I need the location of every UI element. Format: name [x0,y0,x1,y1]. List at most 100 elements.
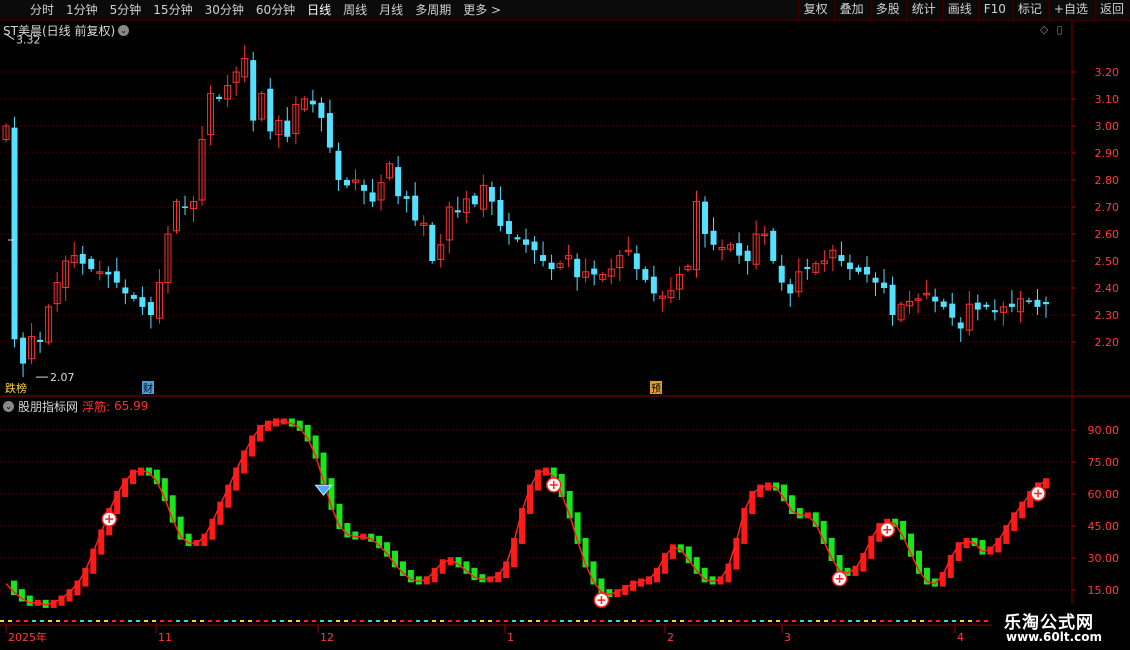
period-tab[interactable]: 15分钟 [147,0,198,20]
candle-body-down [267,88,274,132]
candle-body-down [778,265,785,283]
indicator-tick-label: 30.00 [1088,552,1120,565]
x-axis-label: 2 [667,631,674,644]
x-axis-label: 1 [507,631,514,644]
candle-body-down [974,302,981,310]
candle-body-down [872,277,879,283]
x-axis-label: 3 [784,631,791,644]
price-tick-label: 2.30 [1095,309,1120,322]
period-tab[interactable]: 分时 [24,0,60,20]
event-tag: 预 [651,383,661,395]
toolbar-button[interactable]: +自选 [1047,0,1094,20]
period-tab[interactable]: 1分钟 [60,0,104,20]
period-tab[interactable]: 60分钟 [250,0,301,20]
toolbar-button[interactable]: F10 [977,0,1012,20]
period-tab[interactable]: 月线 [373,0,409,20]
indicator-bar-down [796,508,803,519]
period-toolbar: 分时 1分钟 5分钟 15分钟 30分钟 60分钟 日线 周线 月线 多周期 更多 > 复权 叠加 多股… [0,0,1130,21]
indicator-bar-up [630,580,637,591]
candle-body-down [531,241,538,251]
price-tick-label: 3.20 [1095,66,1120,79]
period-tabs: 分时 1分钟 5分钟 15分钟 30分钟 60分钟 日线 周线 月线 多周期 更多 > [24,0,507,20]
candle-body-down [932,296,939,302]
indicator-bar-up [495,572,502,583]
candle-body-down [403,196,410,199]
candle-body-down [548,262,555,270]
toolbar-button[interactable]: 返回 [1093,0,1130,20]
candle-body-down [1025,300,1032,302]
toolbar-button[interactable]: 复权 [797,0,834,20]
candle-body-down [147,302,154,315]
candle-body-down [650,276,657,294]
candle-body-down [79,253,86,264]
candle-body-down [736,243,743,256]
indicator-tick-label: 15.00 [1088,584,1120,597]
indicator-bar-down [979,540,986,555]
toolbar-button[interactable]: 多股 [869,0,906,20]
price-tick-label: 2.80 [1095,174,1120,187]
candle-body-down [11,127,18,340]
candle-body-down [804,266,811,270]
high-price-marker: 3.32 [16,34,41,47]
period-tab[interactable]: 周线 [337,0,373,20]
candle-body-down [574,258,581,278]
price-tick-label: 2.90 [1095,147,1120,160]
candle-body-down [940,301,947,307]
candle-body-down [855,267,862,272]
toolbar-button[interactable]: 叠加 [833,0,870,20]
candle-body-down [770,230,777,261]
price-tick-label: 3.00 [1095,120,1120,133]
toolbar-button[interactable]: 统计 [905,0,942,20]
candle-body-down [702,201,709,234]
candle-body-down [881,282,888,288]
event-tag: 财 [143,382,153,395]
candle-body-down [113,271,120,283]
period-tab[interactable]: 30分钟 [199,0,250,20]
candle-body-down [250,60,257,121]
period-tab[interactable]: 多周期 [409,0,457,20]
indicator-tick-label: 90.00 [1088,424,1120,437]
price-tick-label: 2.40 [1095,282,1120,295]
candle-body-down [949,303,956,318]
high-marker-pointer [4,33,15,41]
candle-body-down [497,199,504,226]
period-tab[interactable]: 日线 [301,0,337,20]
candle-body-down [318,102,325,118]
candle-body-down [744,250,751,261]
indicator-tick-label: 75.00 [1088,456,1120,469]
candle-body-down [105,271,112,275]
indicator-bar-down [296,420,303,431]
candle-body-down [369,192,376,202]
candle-body-down [863,266,870,275]
candle-body-down [523,239,529,245]
price-tick-label: 2.60 [1095,228,1120,241]
candle-body-down [488,187,495,202]
period-tab[interactable]: 5分钟 [104,0,148,20]
toolbar-buttons: 复权 叠加 多股 统计 画线 F10 标记 +自选 返回 [797,0,1130,20]
candle-body-down [130,295,137,299]
indicator-tick-label: 60.00 [1088,488,1120,501]
price-tick-label: 3.10 [1095,93,1120,106]
toolbar-button[interactable]: 标记 [1011,0,1048,20]
candle-body-down [838,255,845,261]
candle-body-down [88,258,95,270]
chart-canvas[interactable]: 3.20 3.10 3.00 2.90 2.80 2.70 2.60 2.50 2.40 2.30… [0,21,1130,650]
candle-body-down [846,262,853,270]
toolbar-button[interactable]: 画线 [941,0,978,20]
candle-body-down [429,224,436,261]
candle-body-down [957,322,964,329]
indicator-line [5,420,1047,606]
candle-body-down [991,310,998,313]
candle-body-down [343,180,350,186]
indicator-bar-down [185,533,192,547]
x-axis-label: 12 [320,631,334,644]
candle-body-down [505,221,512,234]
period-tab[interactable]: 更多 > [457,0,507,20]
x-axis-label: 2025年 [8,630,47,644]
candle-body-down [454,210,461,213]
candle-body-down [1034,299,1041,307]
x-axis-label: 4 [957,631,964,644]
candle-body-down [309,100,316,105]
candle-body-down [1043,302,1049,305]
low-price-marker: 2.07 [50,371,75,384]
